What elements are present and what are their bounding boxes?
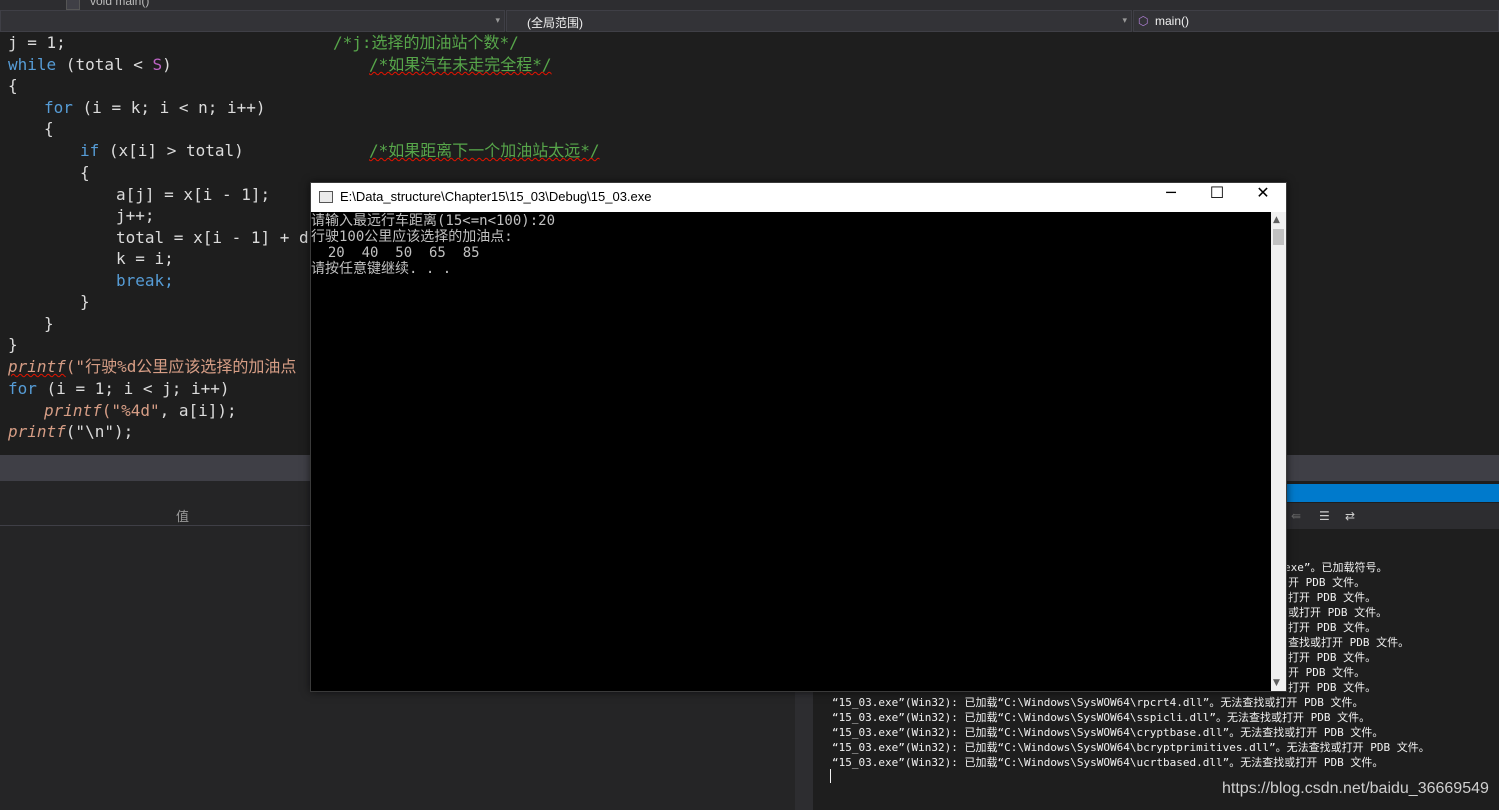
code-line-9: j++;	[116, 206, 155, 225]
code-line-14: }	[44, 314, 54, 333]
code-line-4: for (i = k; i < n; i++)	[44, 98, 266, 117]
output-line: exe”。已加载符号。	[1284, 561, 1388, 574]
output-line: 打开 PDB 文件。	[1288, 591, 1377, 604]
word-wrap-icon[interactable]: ⇄	[1345, 509, 1355, 523]
console-window[interactable]: E:\Data_structure\Chapter15\15_03\Debug\…	[310, 182, 1287, 692]
value-column-header[interactable]: 值	[176, 506, 189, 525]
output-line: 打开 PDB 文件。	[1288, 621, 1377, 634]
code-line-2: while (total < S)/*如果汽车未走完全程*/	[8, 55, 552, 74]
code-line-12: break;	[116, 271, 174, 290]
scope-dropdown[interactable]: (全局范围) ▾	[506, 10, 1132, 32]
console-line: 请输入最远行车距离(15<=n<100):20	[311, 213, 556, 229]
method-icon: ⬡	[1138, 14, 1149, 28]
code-line-16: printf("行驶%d公里应该选择的加油点	[8, 357, 297, 376]
code-line-6: if (x[i] > total)/*如果距离下一个加油站太远*/	[80, 141, 600, 160]
console-scrollbar[interactable]: ▲ ▼	[1271, 212, 1286, 691]
output-line: 打开 PDB 文件。	[1288, 651, 1377, 664]
code-line-15: }	[8, 335, 18, 354]
code-line-18: printf("%4d", a[i]);	[44, 401, 237, 420]
close-button[interactable]: ✕	[1240, 183, 1286, 212]
output-line: 开 PDB 文件。	[1288, 576, 1366, 589]
function-nav-label[interactable]: void main()	[90, 0, 149, 8]
scroll-up-icon[interactable]: ▲	[1273, 215, 1280, 225]
member-label: main()	[1155, 14, 1190, 28]
text-caret	[830, 769, 831, 783]
code-line-19: printf("\n");	[8, 422, 134, 441]
navigation-bar: ▾ (全局范围) ▾ ⬡ main()	[0, 10, 1499, 33]
output-line: “15_03.exe”(Win32): 已加载“C:\Windows\SysWO…	[832, 711, 1371, 724]
scroll-thumb[interactable]	[1273, 229, 1284, 245]
code-line-8: a[j] = x[i - 1];	[116, 185, 271, 204]
align-icon[interactable]: ⇚	[1291, 509, 1301, 523]
code-line-7: {	[80, 163, 90, 182]
chevron-down-icon: ▾	[495, 15, 500, 25]
console-output: 请输入最远行车距离(15<=n<100):20 行驶100公里应该选择的加油点:…	[311, 212, 1271, 691]
output-line: 或打开 PDB 文件。	[1288, 606, 1388, 619]
code-line-17: for (i = 1; i < j; i++)	[8, 379, 230, 398]
output-line: 打开 PDB 文件。	[1288, 681, 1377, 694]
output-line: 开 PDB 文件。	[1288, 666, 1366, 679]
scope-label: (全局范围)	[527, 16, 583, 30]
output-line: “15_03.exe”(Win32): 已加载“C:\Windows\SysWO…	[832, 726, 1384, 739]
vertical-scrollbar[interactable]	[795, 689, 813, 810]
code-line-10: total = x[i - 1] + dis	[116, 228, 328, 247]
console-line: 请按任意键继续. . .	[311, 261, 452, 277]
watermark: https://blog.csdn.net/baidu_36669549	[1222, 780, 1489, 797]
console-line: 20 40 50 65 85	[311, 245, 480, 261]
function-nav-strip: void main()	[0, 0, 1499, 10]
console-app-icon	[319, 191, 333, 203]
minimize-button[interactable]: ─	[1148, 183, 1194, 212]
output-title-bar	[1287, 484, 1499, 502]
code-line-1: j = 1;/*j:选择的加油站个数*/	[8, 33, 519, 52]
maximize-button[interactable]: ☐	[1194, 183, 1240, 212]
clear-all-icon[interactable]: ☰	[1319, 509, 1330, 523]
console-title: E:\Data_structure\Chapter15\15_03\Debug\…	[340, 189, 652, 204]
scroll-down-icon[interactable]: ▼	[1273, 678, 1280, 688]
console-title-bar[interactable]: E:\Data_structure\Chapter15\15_03\Debug\…	[311, 183, 1286, 212]
console-line: 行驶100公里应该选择的加油点:	[311, 229, 513, 245]
code-line-3: {	[8, 76, 18, 95]
chevron-down-icon: ▾	[1122, 15, 1127, 25]
code-line-13: }	[80, 292, 90, 311]
code-line-11: k = i;	[116, 249, 174, 268]
output-line: “15_03.exe”(Win32): 已加载“C:\Windows\SysWO…	[832, 741, 1430, 754]
project-dropdown[interactable]: ▾	[0, 10, 505, 32]
member-dropdown[interactable]: ⬡ main()	[1133, 10, 1499, 32]
output-line: 查找或打开 PDB 文件。	[1288, 636, 1410, 649]
code-line-5: {	[44, 119, 54, 138]
output-line: “15_03.exe”(Win32): 已加载“C:\Windows\SysWO…	[832, 696, 1364, 709]
output-toolbar: ⇚ ☰ ⇄	[1287, 503, 1499, 529]
output-line: “15_03.exe”(Win32): 已加载“C:\Windows\SysWO…	[832, 756, 1384, 769]
nav-dropdown-button[interactable]	[66, 0, 80, 10]
